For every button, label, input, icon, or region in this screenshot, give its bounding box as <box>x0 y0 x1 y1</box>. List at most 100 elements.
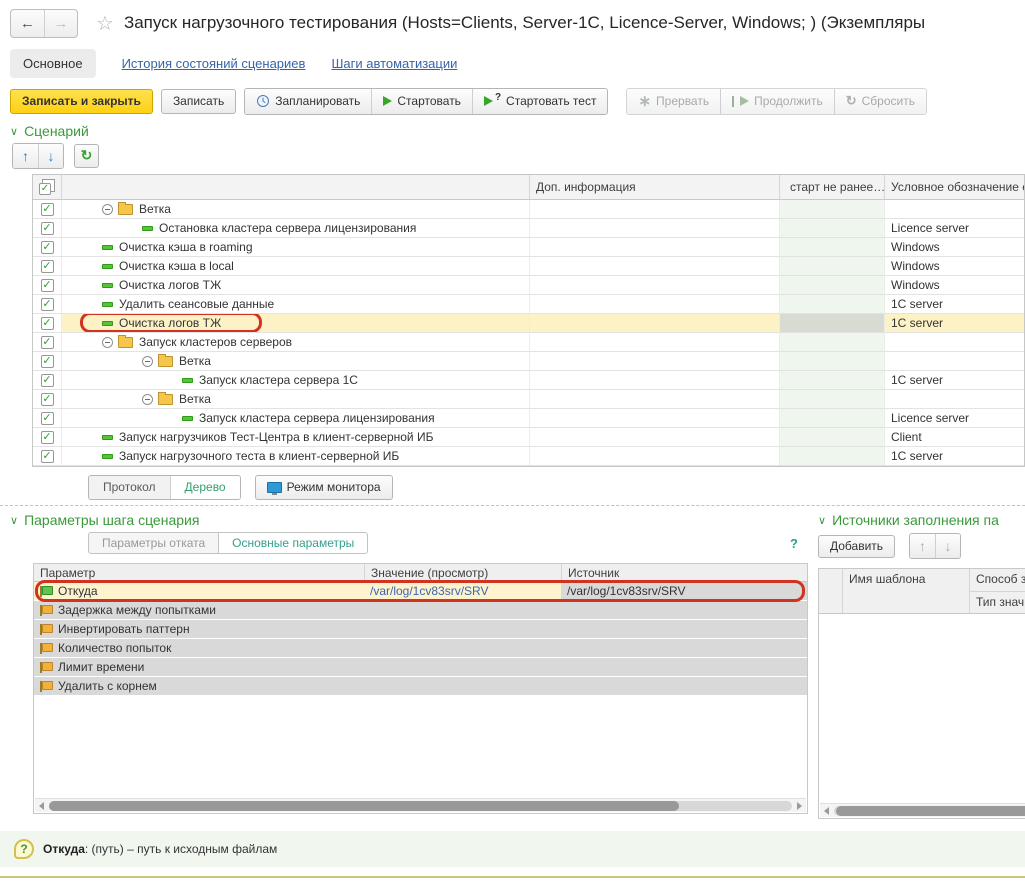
param-row[interactable]: Задержка между попытками <box>34 601 807 620</box>
favorite-star-icon[interactable]: ☆ <box>96 11 114 36</box>
tab-main[interactable]: Основное <box>10 49 96 78</box>
add-button[interactable]: Добавить <box>818 535 895 558</box>
collapse-expander-icon[interactable] <box>102 204 113 215</box>
tab-automation-link[interactable]: Шаги автоматизации <box>331 56 457 71</box>
checkbox-checked-icon[interactable]: ✓ <box>41 336 54 349</box>
row-checkbox-cell: ✓ <box>33 219 61 237</box>
param-source-cell <box>561 658 807 676</box>
designation-column-header[interactable]: Условное обозначение ед <box>884 175 1024 199</box>
param-row[interactable]: Инвертировать паттерн <box>34 620 807 639</box>
scenario-row[interactable]: ✓Запуск кластера сервера 1С1C server <box>33 371 1024 390</box>
param-column-header[interactable]: Параметр <box>34 564 364 581</box>
checkbox-checked-icon[interactable]: ✓ <box>41 374 54 387</box>
scrollbar-thumb[interactable] <box>836 806 1025 816</box>
designation-label: Windows <box>891 240 940 254</box>
tab-main-params[interactable]: Основные параметры <box>219 532 368 554</box>
name-column-header[interactable] <box>61 175 529 199</box>
checkbox-checked-icon[interactable]: ✓ <box>41 393 54 406</box>
scenario-row[interactable]: ✓Ветка <box>33 352 1024 371</box>
check-all-header-cell[interactable]: ✓ <box>33 175 61 199</box>
abort-button[interactable]: ∗ Прервать <box>627 89 720 114</box>
source-move-up-button[interactable]: ↑ <box>910 534 935 558</box>
scroll-left-arrow[interactable] <box>824 807 829 815</box>
save-button[interactable]: Записать <box>161 89 236 114</box>
collapse-expander-icon[interactable] <box>102 337 113 348</box>
checkbox-checked-icon[interactable]: ✓ <box>41 222 54 235</box>
schedule-button[interactable]: Запланировать <box>245 89 371 114</box>
tab-tree[interactable]: Дерево <box>170 476 240 499</box>
fill-sources-header[interactable]: ∨ Источники заполнения па <box>818 512 1025 528</box>
scenario-row[interactable]: ✓Запуск нагрузочного теста в клиент-серв… <box>33 447 1024 466</box>
step-params-header[interactable]: ∨ Параметры шага сценария <box>10 512 808 528</box>
value-type-column-header[interactable]: Тип знач <box>969 591 1025 613</box>
start-button[interactable]: Стартовать <box>371 89 472 114</box>
collapse-expander-icon[interactable] <box>142 356 153 367</box>
checkbox-checked-icon[interactable]: ✓ <box>41 355 54 368</box>
param-row[interactable]: Количество попыток <box>34 639 807 658</box>
extra-info-cell <box>529 390 779 408</box>
scenario-row[interactable]: ✓Очистка логов ТЖWindows <box>33 276 1024 295</box>
param-row[interactable]: Удалить с корнем <box>34 677 807 696</box>
param-row[interactable]: Лимит времени <box>34 658 807 677</box>
monitor-mode-button[interactable]: Режим монитора <box>255 475 393 500</box>
scenario-row[interactable]: ✓Запуск нагрузчиков Тест-Центра в клиент… <box>33 428 1024 447</box>
help-button[interactable]: ? <box>790 536 798 551</box>
start-column-header[interactable]: старт не ранее… <box>779 175 884 199</box>
checkbox-checked-icon[interactable]: ✓ <box>41 450 54 463</box>
scenario-row[interactable]: ✓ Ветка <box>33 200 1024 219</box>
tab-protocol[interactable]: Протокол <box>89 476 170 499</box>
designation-label: 1C server <box>891 316 943 330</box>
forward-button[interactable]: → <box>44 10 77 37</box>
info-column-header[interactable]: Доп. информация <box>529 175 779 199</box>
checkbox-checked-icon[interactable]: ✓ <box>41 298 54 311</box>
scenario-row[interactable]: ✓Очистка кэша в roamingWindows <box>33 238 1024 257</box>
scenario-row[interactable]: ✓Очистка кэша в localWindows <box>33 257 1024 276</box>
scenario-row[interactable]: ✓Остановка кластера сервера лицензирован… <box>33 219 1024 238</box>
checkbox-checked-icon[interactable]: ✓ <box>41 260 54 273</box>
checkbox-checked-icon[interactable]: ✓ <box>41 279 54 292</box>
reset-button[interactable]: ↻ Сбросить <box>834 89 926 114</box>
scenario-row[interactable]: ✓Ветка <box>33 390 1024 409</box>
designation-label: 1C server <box>891 297 943 311</box>
move-down-button[interactable]: ↓ <box>38 144 63 168</box>
checkbox-checked-icon[interactable]: ✓ <box>41 317 54 330</box>
move-up-button[interactable]: ↑ <box>13 144 38 168</box>
tab-history-link[interactable]: История состояний сценариев <box>122 56 306 71</box>
step-icon <box>102 302 113 307</box>
scrollbar-thumb[interactable] <box>49 801 679 811</box>
back-button[interactable]: ← <box>11 10 44 37</box>
abort-icon: ∗ <box>638 92 651 110</box>
scenario-row[interactable]: ✓Очистка логов ТЖ1C server <box>33 314 1024 333</box>
save-close-button[interactable]: Записать и закрыть <box>10 89 153 114</box>
scenario-row[interactable]: ✓Запуск кластеров серверов <box>33 333 1024 352</box>
start-test-button[interactable]: ? Стартовать тест <box>472 89 608 114</box>
checkbox-checked-icon[interactable]: ✓ <box>41 412 54 425</box>
param-source-cell <box>561 601 807 619</box>
check-glyph: ✓ <box>42 432 51 443</box>
scroll-left-arrow[interactable] <box>39 802 44 810</box>
checkbox-checked-icon[interactable]: ✓ <box>41 203 54 216</box>
param-name-cell: Лимит времени <box>34 658 364 676</box>
template-column-header[interactable]: Имя шаблона <box>842 569 969 613</box>
tab-rollback-params[interactable]: Параметры отката <box>88 532 219 554</box>
scenario-section-header[interactable]: ∨ Сценарий <box>10 123 1025 139</box>
params-horizontal-scrollbar[interactable] <box>35 798 806 812</box>
refresh-button[interactable]: ↻ <box>74 144 99 168</box>
source-move-down-button[interactable]: ↓ <box>935 534 960 558</box>
scenario-row[interactable]: ✓Удалить сеансовые данные1C server <box>33 295 1024 314</box>
collapse-expander-icon[interactable] <box>142 394 153 405</box>
scroll-right-arrow[interactable] <box>797 802 802 810</box>
param-row[interactable]: Откуда/var/log/1cv83srv/SRV/var/log/1cv8… <box>34 582 807 601</box>
value-column-header[interactable]: Значение (просмотр) <box>364 564 561 581</box>
resume-button[interactable]: Продолжить <box>720 89 834 114</box>
source-column-header[interactable]: Источник <box>561 564 807 581</box>
checkbox-checked-icon[interactable]: ✓ <box>41 431 54 444</box>
sources-horizontal-scrollbar[interactable] <box>820 803 1025 817</box>
scenario-step-cell: Ветка <box>61 200 529 218</box>
method-column-header[interactable]: Способ з <box>969 569 1025 591</box>
check-all-icon[interactable]: ✓ <box>39 179 55 195</box>
row-checkbox-cell: ✓ <box>33 257 61 275</box>
checkbox-checked-icon[interactable]: ✓ <box>41 241 54 254</box>
scenario-row[interactable]: ✓Запуск кластера сервера лицензированияL… <box>33 409 1024 428</box>
param-name-cell: Задержка между попытками <box>34 601 364 619</box>
